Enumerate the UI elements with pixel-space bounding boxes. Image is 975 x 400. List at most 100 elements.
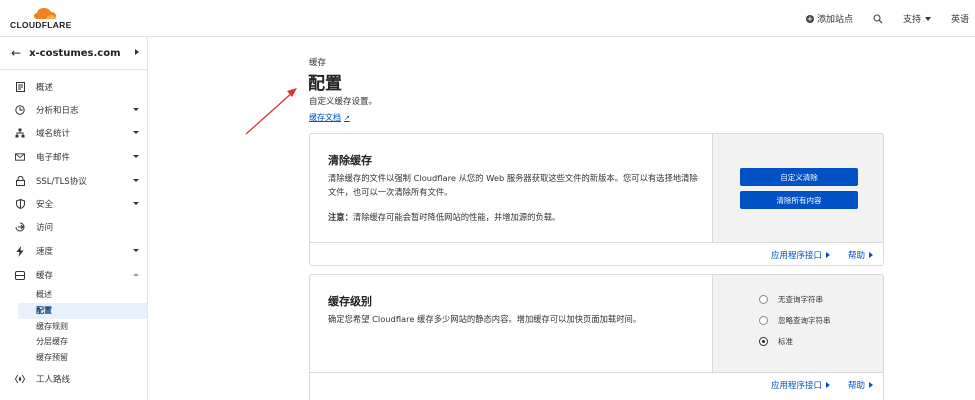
note-text: 清除缓存可能会暂时降低网站的性能，并增加源的负载。 (352, 212, 561, 222)
help-link[interactable]: 帮助 (848, 249, 873, 261)
sidebar-subitem-configuration[interactable]: 配置 (36, 303, 52, 318)
search-button[interactable] (873, 13, 883, 24)
main-content: 缓存 配置 自定义缓存设置。 缓存文档 ↗ 清除缓存 清除缓存的文件以强制 Cl… (148, 37, 975, 400)
clock-chart-icon (15, 105, 25, 115)
level-card-body: 缓存级别 确定您希望 Cloudflare 缓存多少网站的静态内容。增加缓存可以… (310, 275, 712, 372)
chevron-up-icon (133, 273, 139, 276)
purge-card-footer: 应用程序接口 帮助 (310, 242, 883, 265)
chevron-down-icon (133, 131, 139, 134)
sidebar-subitem-label: 概述 (36, 290, 52, 299)
chevron-down-icon (133, 108, 139, 111)
chevron-down-icon (924, 16, 931, 21)
sidebar-item-label: 概述 (36, 83, 54, 93)
email-icon (15, 152, 25, 162)
purge-card-note: 注意：清除缓存可能会暂时降低网站的性能，并增加源的负载。 (328, 211, 560, 223)
purge-card-description: 清除缓存的文件以强制 Cloudflare 从您的 Web 服务器获取这些文件的… (328, 173, 698, 197)
note-label: 注意： (328, 212, 353, 222)
sidebar-item-label: 电子邮件 (36, 153, 71, 163)
cache-docs-link[interactable]: 缓存文档 ↗ (309, 112, 350, 123)
caret-right-icon (869, 251, 873, 258)
sidebar-subitem-overview[interactable]: 概述 (36, 287, 52, 302)
sidebar-subitem-label: 分层缓存 (36, 337, 68, 346)
radio-label: 无查询字符串 (778, 295, 823, 304)
sidebar-item-ssl[interactable]: SSL/TLS协议 (0, 171, 147, 191)
sidebar-item-speed[interactable]: 速度 (0, 241, 147, 261)
sidebar-item-analytics[interactable]: 分析和日志 (0, 100, 147, 120)
caret-right-icon (825, 381, 830, 388)
help-link-label: 帮助 (847, 250, 865, 261)
back-arrow-icon[interactable]: ← (11, 46, 21, 60)
sidebar-item-workers-routes[interactable]: 工人路线 (0, 369, 147, 389)
purge-cache-card: 清除缓存 清除缓存的文件以强制 Cloudflare 从您的 Web 服务器获取… (309, 133, 884, 266)
page-title: 配置 (308, 74, 342, 94)
api-link[interactable]: 应用程序接口 (771, 379, 830, 391)
site-name: x-costumes.com (29, 47, 121, 59)
add-site-label: 添加站点 (816, 15, 853, 25)
level-card-footer: 应用程序接口 帮助 (310, 372, 883, 396)
sidebar-item-label: 安全 (36, 200, 54, 210)
sidebar-item-label: 工人路线 (36, 375, 71, 385)
page-subtitle: 自定义缓存设置。 (309, 97, 378, 107)
radio-no-query-string[interactable]: 无查询字符串 (759, 294, 823, 305)
language-label: 英语 (950, 15, 969, 25)
sidebar-subitem-label: 缓存规则 (36, 322, 68, 331)
sidebar-subitem-label: 缓存预留 (36, 353, 68, 362)
radio-button-selected[interactable] (759, 337, 768, 346)
level-card-description: 确定您希望 Cloudflare 缓存多少网站的静态内容。增加缓存可以加快页面加… (328, 314, 642, 324)
page-eyebrow: 缓存 (309, 58, 327, 68)
custom-purge-button[interactable]: 自定义清除 (740, 168, 858, 186)
radio-button[interactable] (759, 316, 768, 325)
sidebar-subitem-label: 配置 (36, 306, 52, 315)
purge-card-title: 清除缓存 (328, 154, 372, 167)
support-label: 支持 (902, 15, 921, 25)
caret-right-icon (869, 381, 873, 388)
caret-right-icon (825, 251, 830, 258)
radio-button[interactable] (759, 295, 768, 304)
chevron-right-icon (135, 49, 139, 55)
document-icon (15, 82, 25, 92)
chevron-down-icon (133, 155, 139, 158)
support-dropdown[interactable]: 支持 (903, 12, 931, 25)
storage-icon (15, 270, 25, 280)
help-link-label: 帮助 (847, 380, 865, 391)
sidebar-subitem-cache-reserve[interactable]: 缓存预留 (36, 350, 68, 365)
sidebar-item-security[interactable]: 安全 (0, 194, 147, 214)
cloudflare-logo[interactable]: CLOUDFLARE (10, 7, 80, 31)
sidebar-item-label: 访问 (36, 223, 54, 233)
caching-level-card: 缓存级别 确定您希望 Cloudflare 缓存多少网站的静态内容。增加缓存可以… (309, 274, 884, 400)
sidebar-item-dns[interactable]: 域名统计 (0, 123, 147, 143)
logo-text: CLOUDFLARE (10, 20, 72, 30)
shield-icon (15, 199, 25, 209)
radio-label: 标准 (778, 337, 793, 346)
sidebar-item-email[interactable]: 电子邮件 (0, 147, 147, 167)
sitemap-icon (15, 128, 25, 138)
purge-everything-button[interactable]: 清除所有内容 (740, 191, 858, 209)
add-site-button[interactable]: + 添加站点 (805, 12, 853, 25)
sidebar-item-overview[interactable]: 概述 (0, 77, 147, 97)
purge-card-actions: 自定义清除 清除所有内容 (712, 134, 883, 243)
cache-docs-label: 缓存文档 (309, 113, 341, 122)
api-link-label: 应用程序接口 (770, 250, 822, 261)
radio-standard[interactable]: 标准 (759, 336, 793, 347)
workers-icon (15, 374, 25, 384)
sidebar-subitem-cache-rules[interactable]: 缓存规则 (36, 319, 68, 334)
sidebar-item-access[interactable]: 访问 (0, 217, 147, 237)
purge-card-body: 清除缓存 清除缓存的文件以强制 Cloudflare 从您的 Web 服务器获取… (310, 134, 712, 243)
sidebar-item-label: 缓存 (36, 271, 54, 281)
site-selector[interactable]: ← x-costumes.com (0, 37, 147, 70)
level-card-options: 无查询字符串 忽略查询字符串 标准 (712, 275, 883, 372)
chevron-down-icon (133, 179, 139, 182)
api-link-label: 应用程序接口 (770, 380, 822, 391)
help-link[interactable]: 帮助 (848, 379, 873, 391)
sidebar-item-label: 分析和日志 (36, 106, 79, 116)
radio-ignore-query-string[interactable]: 忽略查询字符串 (759, 315, 831, 326)
plus-circle-icon: + (805, 14, 814, 23)
chevron-down-icon (133, 202, 139, 205)
top-bar: CLOUDFLARE + 添加站点 支持 英语 (0, 0, 975, 37)
sidebar-item-caching[interactable]: 缓存 (0, 265, 147, 285)
search-icon (873, 13, 883, 23)
api-link[interactable]: 应用程序接口 (771, 249, 830, 261)
sidebar-subitem-tiered-cache[interactable]: 分层缓存 (36, 334, 68, 349)
sidebar-item-label: SSL/TLS协议 (36, 177, 87, 187)
language-selector[interactable]: 英语 (951, 12, 969, 25)
